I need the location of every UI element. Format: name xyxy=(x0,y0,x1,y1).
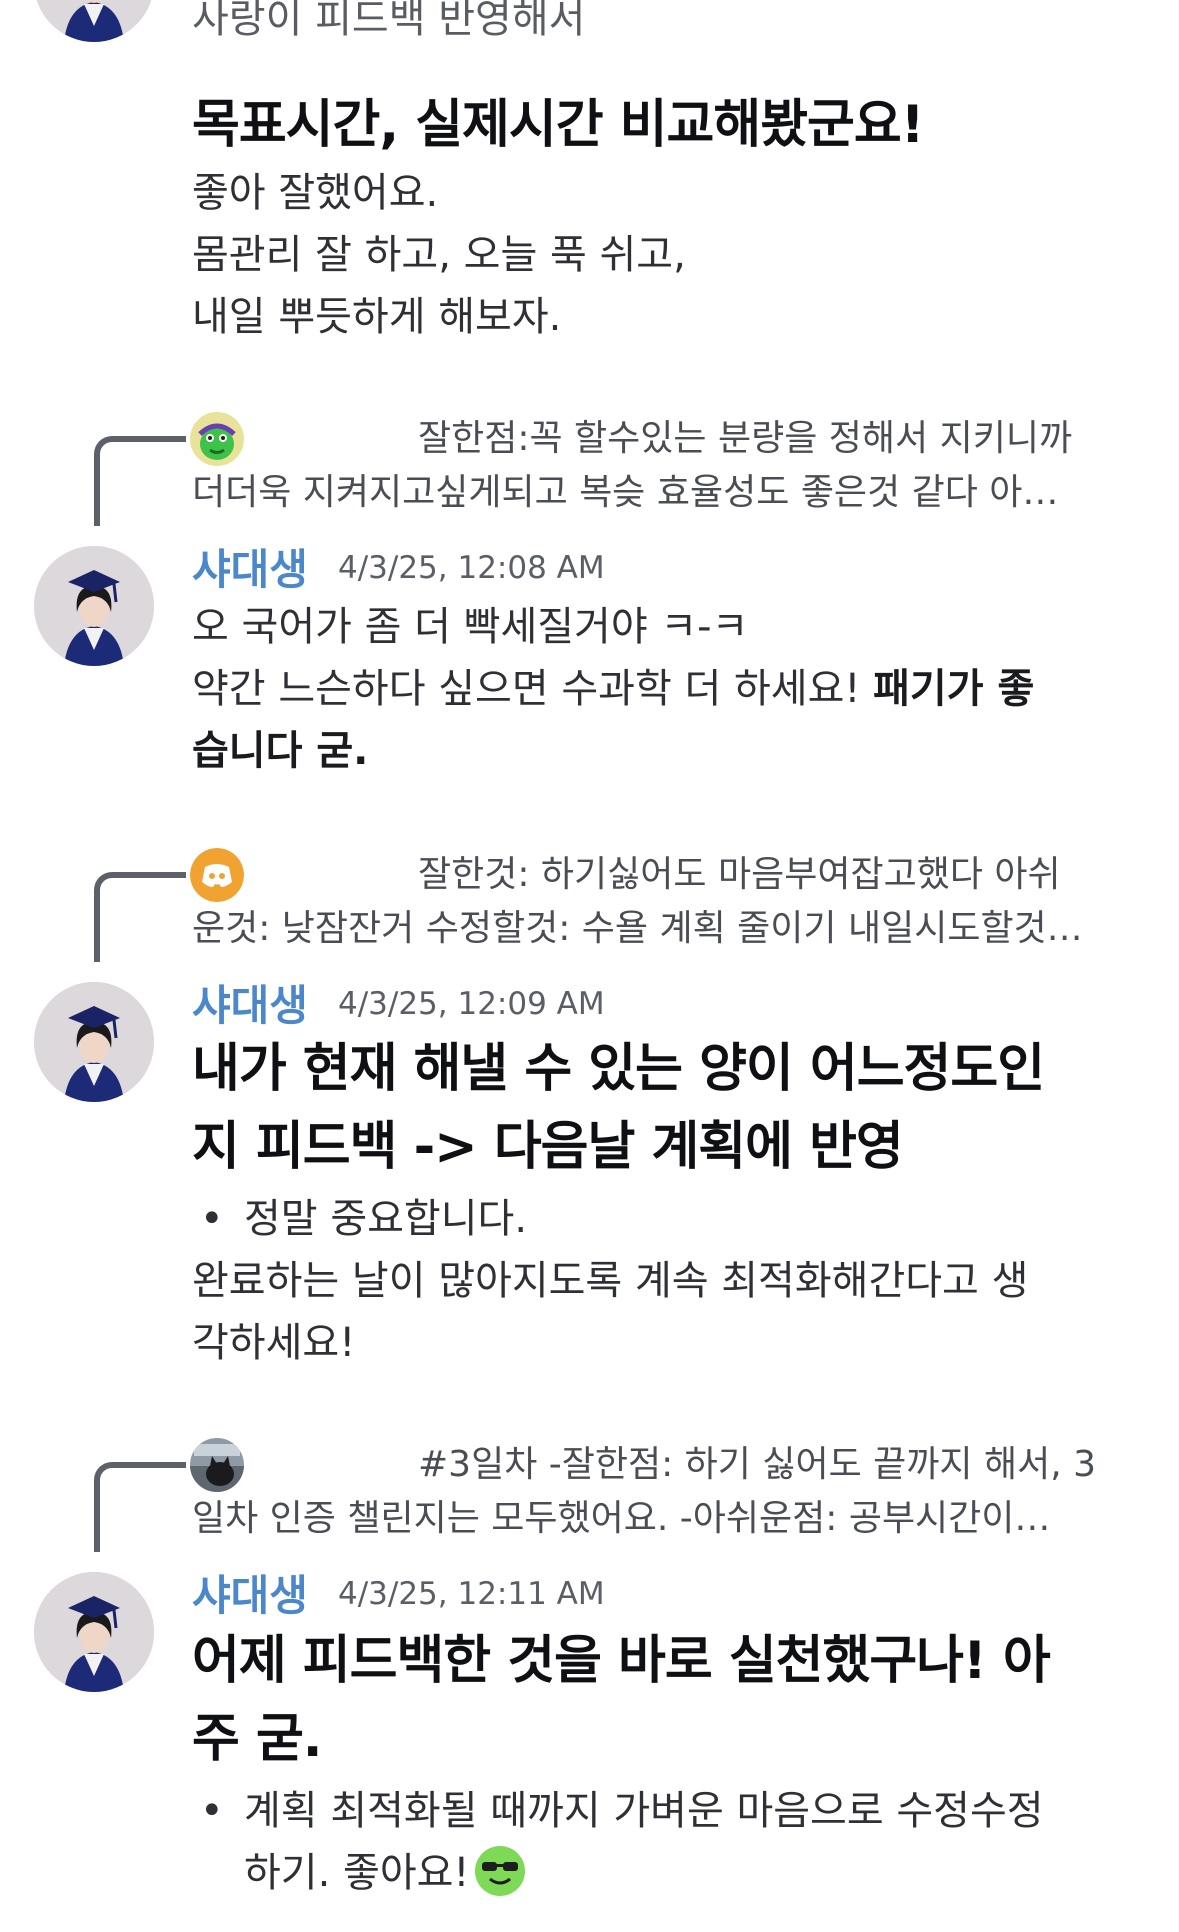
reply-preview-line: #3일차 -잘한점: 하기 싫어도 끝까지 해서, 3 xyxy=(418,1444,1096,1485)
reply-preview-line: 잘한것: 하기싫어도 마음부여잡고했다 아쉬 xyxy=(418,854,1061,895)
avatar[interactable] xyxy=(34,982,154,1102)
reply-preview[interactable]: 잘한점:꼭 할수있는 분량을 정해서 지키니까 xyxy=(192,412,1132,466)
avatar[interactable] xyxy=(34,546,154,666)
username[interactable]: 샤대생 xyxy=(192,972,308,1033)
timestamp: 4/3/25, 12:09 AM xyxy=(338,986,605,1022)
message-heading: 지 피드백 -> 다음날 계획에 반영 xyxy=(192,1117,904,1177)
timestamp: 4/3/25, 12:08 AM xyxy=(338,550,605,586)
message-heading: 내가 현재 해낼 수 있는 양이 어느정도인 xyxy=(192,1039,1045,1099)
bullet-text: 정말 중요합니다. xyxy=(244,1196,528,1242)
message-bold-text: 패기가 좋 xyxy=(873,666,1035,712)
reply-connector xyxy=(94,1462,186,1552)
username[interactable]: 샤대생 xyxy=(192,1562,308,1623)
username[interactable]: 샤대생 xyxy=(192,536,308,597)
timestamp: 4/3/25, 12:11 AM xyxy=(338,1576,605,1612)
message-bold-text: 습니다 굳. xyxy=(192,728,369,774)
sunglasses-face-icon xyxy=(475,1846,526,1896)
avatar[interactable] xyxy=(34,0,154,42)
avatar[interactable] xyxy=(34,1572,154,1692)
reply-preview[interactable]: 잘한것: 하기싫어도 마음부여잡고했다 아쉬 xyxy=(192,848,1132,902)
reply-connector xyxy=(94,436,186,526)
reply-preview-line[interactable]: 일차 인증 챌린지는 모두했어요. -아쉬운점: 공부시간이… xyxy=(192,1492,1132,1546)
reply-preview-line[interactable]: 운것: 낮잠잔거 수정할것: 수욜 계획 줄이기 내일시도할것… xyxy=(192,902,1132,956)
message-heading: 주 굳. xyxy=(192,1709,323,1769)
message-heading: 목표시간, 실제시간 비교해봤군요! xyxy=(192,95,924,155)
message-heading: 어제 피드백한 것을 바로 실천했구나! 아 xyxy=(192,1631,1051,1691)
reply-preview-line: 잘한점:꼭 할수있는 분량을 정해서 지키니까 xyxy=(418,418,1073,459)
message-line: 각하세요! xyxy=(192,1320,356,1366)
reply-connector xyxy=(94,872,186,962)
message-text: 약간 느슨하다 싶으면 수과학 더 하세요! xyxy=(192,666,874,712)
bullet-icon: • xyxy=(200,1196,224,1242)
message-line: 오 국어가 좀 더 빡세질거야 ㅋ-ㅋ xyxy=(192,604,749,650)
message-line: 좋아 잘했어요. xyxy=(192,170,439,216)
message-line: 내일 뿌듯하게 해보자. xyxy=(192,294,562,340)
message-line: 약간 느슨하다 싶으면 수과학 더 하세요! 패기가 좋 xyxy=(192,658,1122,720)
message-line: 몸관리 잘 하고, 오늘 푹 쉬고, xyxy=(192,232,686,278)
message-line: 완료하는 날이 많아지도록 계속 최적화해간다고 생 xyxy=(192,1258,1029,1304)
bullet-text: 계획 최적화될 때까지 가벼운 마음으로 수정수정 xyxy=(244,1788,1044,1834)
bullet-text: 하기. 좋아요! xyxy=(244,1850,470,1896)
reply-preview[interactable]: #3일차 -잘한점: 하기 싫어도 끝까지 해서, 3 xyxy=(192,1438,1132,1492)
reply-preview-line[interactable]: 더더욱 지켜지고싶게되고 복슺 효율성도 좋은것 같다 아… xyxy=(192,466,1132,520)
bullet-icon: • xyxy=(200,1788,224,1834)
message-partial-line: 사랑이 피드백 반영해서 xyxy=(192,0,586,42)
